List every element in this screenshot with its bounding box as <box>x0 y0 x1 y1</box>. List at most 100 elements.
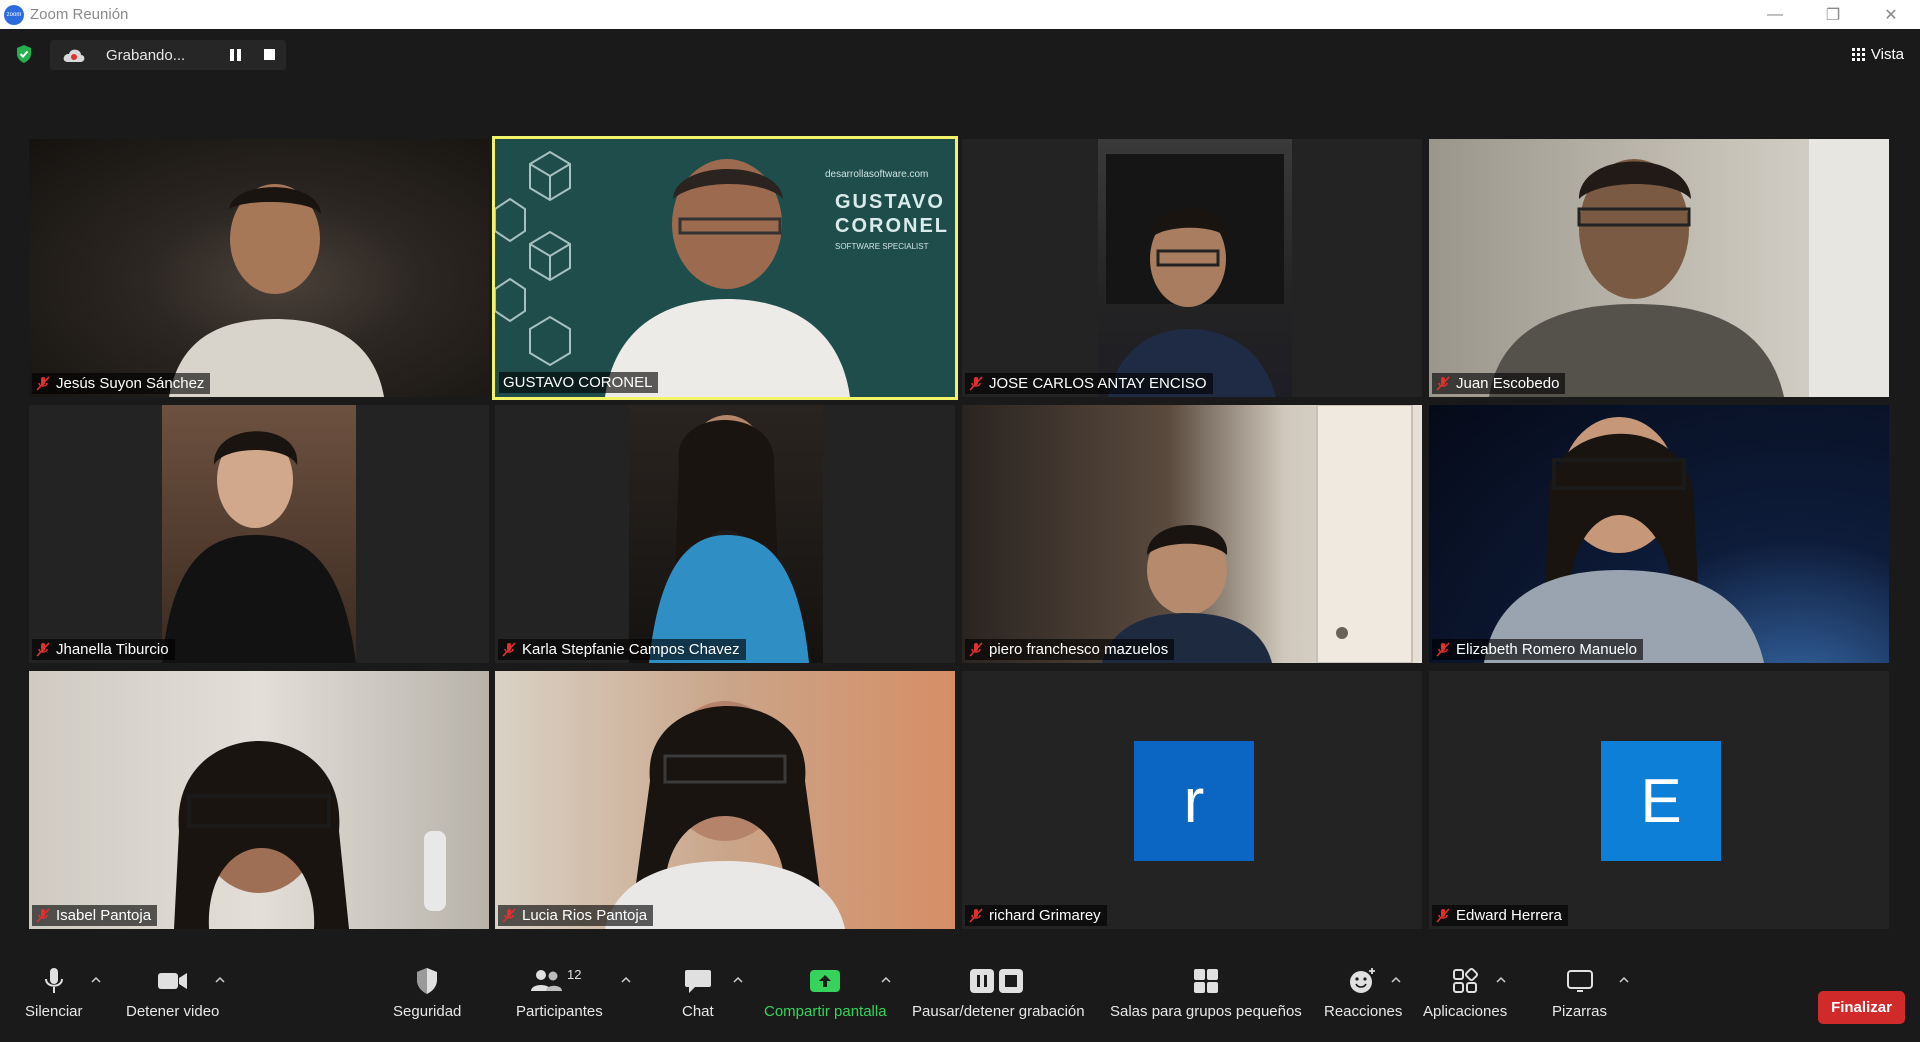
participant-name: Jesús Suyon Sánchez <box>56 375 205 392</box>
muted-mic-icon <box>969 376 983 391</box>
participant-avatar: E <box>1601 741 1721 861</box>
person-silhouette <box>162 431 356 663</box>
participant-name-label: Lucia Rios Pantoja <box>498 905 654 926</box>
person-silhouette <box>1484 417 1764 663</box>
participants-options-chevron-up-icon[interactable] <box>621 975 631 985</box>
gallery-view: Jesús Suyon Sánchez desarrollasoftware.c… <box>0 109 1920 935</box>
apps-label: Aplicaciones <box>1423 1003 1508 1020</box>
title-bar: zoom Zoom Reunión — ❐ ✕ <box>0 0 1920 29</box>
window-controls: — ❐ ✕ <box>1746 0 1920 29</box>
whiteboards-label: Pizarras <box>1552 1003 1608 1020</box>
participant-tile[interactable]: Jesús Suyon Sánchez <box>29 139 489 397</box>
participant-name-label: richard Grimarey <box>965 905 1107 926</box>
share-screen-label: Compartir pantalla <box>764 1003 887 1020</box>
participant-avatar: r <box>1134 741 1254 861</box>
participant-name: GUSTAVO CORONEL <box>503 374 653 391</box>
whiteboards-button[interactable]: Pizarras <box>1552 963 1607 1020</box>
participant-tile[interactable]: Karla Stepfanie Campos Chavez <box>495 405 955 663</box>
reactions-button[interactable]: Reacciones <box>1324 963 1402 1020</box>
stop-video-button[interactable]: Detener video <box>126 963 219 1020</box>
background-site-text: desarrollasoftware.com <box>825 169 929 180</box>
person-silhouette <box>174 741 446 929</box>
muted-mic-icon <box>36 642 50 657</box>
participant-name: Karla Stepfanie Campos Chavez <box>522 641 740 658</box>
participant-tile[interactable]: JOSE CARLOS ANTAY ENCISO <box>962 139 1422 397</box>
muted-mic-icon <box>502 642 516 657</box>
background-brand-line2: CORONEL <box>835 215 949 237</box>
whiteboard-icon <box>1565 963 1595 999</box>
participant-name: Isabel Pantoja <box>56 907 152 924</box>
whiteboards-options-chevron-up-icon[interactable] <box>1619 975 1629 985</box>
participant-tile[interactable]: Juan Escobedo <box>1429 139 1889 397</box>
participant-tile-active-speaker[interactable]: desarrollasoftware.com GUSTAVO CORONEL S… <box>492 136 958 400</box>
participant-name-label: JOSE CARLOS ANTAY ENCISO <box>965 373 1213 394</box>
share-screen-button[interactable]: Compartir pantalla <box>764 963 887 1020</box>
shield-icon <box>414 963 440 999</box>
apps-icon <box>1451 963 1479 999</box>
participant-name-label: Karla Stepfanie Campos Chavez <box>498 639 746 660</box>
participant-tile[interactable]: Jhanella Tiburcio <box>29 405 489 663</box>
meeting-toolbar: Silenciar Detener video Seguridad 12 Par… <box>0 955 1920 1042</box>
participant-tile[interactable]: E Edward Herrera <box>1429 671 1889 929</box>
participant-name: richard Grimarey <box>989 907 1101 924</box>
apps-options-chevron-up-icon[interactable] <box>1496 975 1506 985</box>
share-screen-icon <box>809 963 841 999</box>
chat-options-chevron-up-icon[interactable] <box>733 975 743 985</box>
security-button[interactable]: Seguridad <box>393 963 461 1020</box>
minimize-button[interactable]: — <box>1746 0 1804 29</box>
participants-button[interactable]: 12 Participantes <box>516 963 603 1020</box>
person-silhouette <box>1489 139 1889 397</box>
participant-video <box>1429 405 1889 663</box>
security-shield-icon[interactable] <box>15 44 33 64</box>
participant-video <box>29 671 489 929</box>
mute-button[interactable]: Silenciar <box>25 963 83 1020</box>
recording-label: Grabando... <box>106 46 186 64</box>
participant-video <box>495 671 955 929</box>
grid-view-icon <box>1851 47 1865 61</box>
participant-tile[interactable]: Isabel Pantoja <box>29 671 489 929</box>
reactions-label: Reacciones <box>1324 1003 1403 1020</box>
pause-recording-button[interactable] <box>230 49 242 61</box>
participant-tile[interactable]: r richard Grimarey <box>962 671 1422 929</box>
mute-label: Silenciar <box>25 1003 83 1020</box>
participant-name: Lucia Rios Pantoja <box>522 907 648 924</box>
participant-name: JOSE CARLOS ANTAY ENCISO <box>989 375 1207 392</box>
recording-indicator: Grabando... <box>50 40 286 70</box>
participant-video <box>629 405 823 663</box>
participant-name: Jhanella Tiburcio <box>56 641 169 658</box>
person-silhouette <box>1102 405 1413 663</box>
chat-button[interactable]: Chat <box>682 963 714 1020</box>
muted-mic-icon <box>969 908 983 923</box>
participant-tile[interactable]: Lucia Rios Pantoja <box>495 671 955 929</box>
end-meeting-button[interactable]: Finalizar <box>1818 991 1905 1024</box>
participant-tile[interactable]: Elizabeth Romero Manuelo <box>1429 405 1889 663</box>
apps-button[interactable]: Aplicaciones <box>1423 963 1507 1020</box>
zoom-logo-icon: zoom <box>4 4 24 25</box>
breakout-rooms-icon <box>1192 963 1220 999</box>
smiley-reaction-icon <box>1348 963 1378 999</box>
microphone-icon <box>41 963 67 999</box>
view-button[interactable]: Vista <box>1851 41 1904 67</box>
restore-button[interactable]: ❐ <box>1804 0 1862 29</box>
muted-mic-icon <box>969 642 983 657</box>
reactions-options-chevron-up-icon[interactable] <box>1391 975 1401 985</box>
pause-stop-recording-button[interactable]: Pausar/detener grabación <box>912 963 1085 1020</box>
participant-name-label: Jesús Suyon Sánchez <box>32 373 211 394</box>
chat-bubble-icon <box>683 963 713 999</box>
participants-icon: 12 <box>529 963 589 999</box>
muted-mic-icon <box>1436 908 1450 923</box>
background-brand-line1: GUSTAVO <box>835 191 945 213</box>
person-silhouette <box>1106 154 1284 397</box>
breakout-rooms-button[interactable]: Salas para grupos pequeños <box>1110 963 1302 1020</box>
participant-video <box>1098 139 1292 397</box>
video-options-chevron-up-icon[interactable] <box>215 975 225 985</box>
share-options-chevron-up-icon[interactable] <box>881 975 891 985</box>
participant-tile[interactable]: piero franchesco mazuelos <box>962 405 1422 663</box>
mute-options-chevron-up-icon[interactable] <box>91 975 101 985</box>
meeting-top-strip: Grabando... Vista <box>0 29 1920 109</box>
chat-label: Chat <box>682 1003 714 1020</box>
participant-video <box>962 405 1422 663</box>
close-button[interactable]: ✕ <box>1862 0 1920 29</box>
stop-recording-button[interactable] <box>264 49 275 60</box>
window-title: Zoom Reunión <box>30 6 129 23</box>
